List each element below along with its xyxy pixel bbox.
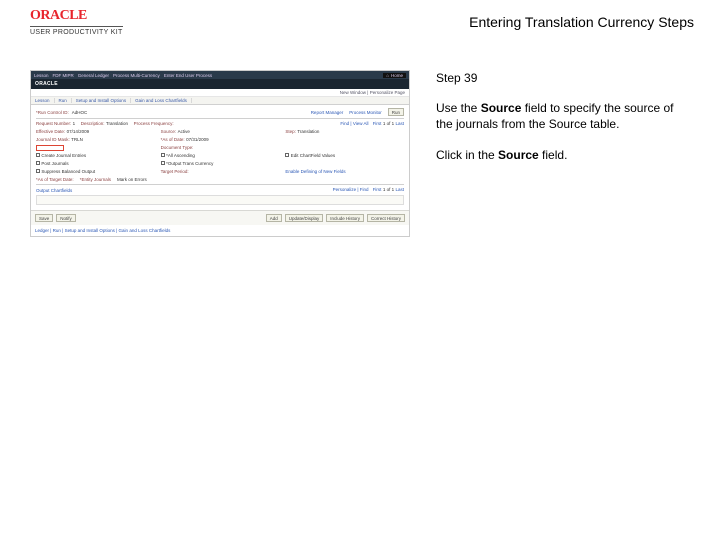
mini-link: Personalize | Find	[333, 187, 369, 192]
checkbox-icon	[161, 153, 165, 157]
mini-sublinks: New Window | Personalize Page	[31, 89, 409, 97]
mini-crumb: Enter End User Process	[164, 73, 212, 78]
mini-value: 07/14/2009	[67, 129, 90, 134]
mini-value: Translation	[297, 129, 319, 134]
mini-value: AdHOC	[72, 110, 88, 115]
instruction-paragraph-1: Use the Source field to specify the sour…	[436, 100, 686, 132]
mini-update-button: Update/Display	[285, 214, 324, 222]
page-title: Entering Translation Currency Steps	[469, 8, 702, 30]
mini-value: Mark on Errors	[117, 177, 147, 182]
mini-label: Description:	[81, 121, 105, 126]
checkbox-icon	[285, 153, 289, 157]
home-icon: ⌂	[386, 73, 389, 78]
mini-label: *As of Target Date:	[36, 177, 74, 182]
source-field-highlight[interactable]	[36, 145, 64, 151]
mini-notify-button: Notify	[56, 214, 76, 222]
mini-crumb: General Ledger	[78, 73, 109, 78]
mini-link: First	[373, 121, 382, 126]
instruction-panel: Step 39 Use the Source field to specify …	[436, 70, 686, 237]
mini-add-button: Add	[266, 214, 282, 222]
mini-footer-links: Ledger | Run | Setup and Install Options…	[31, 225, 409, 236]
bold-source-2: Source	[498, 148, 539, 162]
mini-section-title: Output Chartfields	[36, 188, 72, 193]
mini-cb-label: Post Journals	[41, 161, 68, 166]
mini-value: TRLN	[71, 137, 83, 142]
mini-link: First	[373, 187, 382, 192]
brand-logo-text: ORACLE	[30, 8, 123, 24]
mini-crumb: Process Multi-Currency	[113, 73, 160, 78]
mini-label: *As of Date:	[161, 137, 185, 142]
mini-run-button: Run	[388, 108, 404, 116]
mini-label: Request Number:	[36, 121, 71, 126]
mini-link: Process Monitor	[349, 110, 382, 115]
mini-save-button: Save	[35, 214, 53, 222]
mini-tab: Setup and Install Options	[72, 98, 131, 103]
mini-link: Report Manager	[311, 110, 344, 115]
checkbox-icon	[36, 161, 40, 165]
mini-value: 07/31/2009	[186, 137, 209, 142]
mini-brand-bar: ORACLE	[31, 79, 409, 89]
mini-label: Effective Date:	[36, 129, 65, 134]
mini-label: *Entity Journals	[80, 177, 111, 182]
mini-crumb: FDF MIPR	[53, 73, 74, 78]
mini-label: Document Type:	[161, 145, 194, 150]
mini-label: Process Frequency:	[134, 121, 174, 126]
mini-cb-label: Edit ChartField Values	[291, 153, 335, 158]
brand-block: ORACLE USER PRODUCTIVITY KIT	[30, 8, 123, 36]
mini-crumb: Lesson	[34, 73, 49, 78]
mini-tab: Lesson	[31, 98, 55, 103]
mini-label: *Run Control ID:	[36, 110, 69, 115]
mini-value: 1	[73, 121, 76, 126]
checkbox-icon	[161, 161, 165, 165]
mini-home-button: ⌂ Home	[383, 73, 406, 78]
mini-value: 1 of 1	[383, 187, 394, 192]
mini-link: Find | View All	[340, 121, 368, 126]
mini-link: Last	[395, 187, 404, 192]
checkbox-icon	[36, 153, 40, 157]
mini-cb-label: *All Ascending	[166, 153, 195, 158]
mini-label: Source:	[161, 129, 177, 134]
mini-label: Target Period:	[161, 169, 189, 174]
checkbox-icon	[36, 169, 40, 173]
instruction-paragraph-2: Click in the Source field.	[436, 147, 686, 163]
mini-cb-label: Suppress Balanced Output	[41, 169, 95, 174]
mini-link: Enable Defining of New Fields	[285, 169, 345, 174]
mini-tab: Run	[55, 98, 72, 103]
mini-value: 1 of 1	[383, 121, 394, 126]
mini-label: Step:	[285, 129, 296, 134]
mini-oracle-logo: ORACLE	[35, 81, 58, 87]
mini-corrhist-button: Correct History	[367, 214, 405, 222]
step-number: Step 39	[436, 70, 686, 86]
mini-breadcrumb-bar: Lesson FDF MIPR General Ledger Process M…	[31, 71, 409, 79]
mini-tab: Gain and Loss Chartfields	[131, 98, 192, 103]
mini-value: Translation	[106, 121, 128, 126]
mini-cb-label: Create Journal Entries	[41, 153, 86, 158]
mini-value: Active	[178, 129, 190, 134]
mini-grid-placeholder	[36, 195, 404, 205]
bold-source-1: Source	[481, 101, 522, 115]
mini-cb-label: *Output Trans Currency	[166, 161, 213, 166]
screenshot-thumbnail: Lesson FDF MIPR General Ledger Process M…	[30, 70, 410, 237]
mini-label: Journal ID Mask:	[36, 137, 70, 142]
mini-tab-bar: Lesson Run Setup and Install Options Gai…	[31, 97, 409, 105]
mini-inclhist-button: Include History	[326, 214, 364, 222]
mini-link: Last	[395, 121, 404, 126]
brand-product-text: USER PRODUCTIVITY KIT	[30, 26, 123, 36]
mini-button-bar: Save Notify Add Update/Display Include H…	[31, 210, 409, 225]
